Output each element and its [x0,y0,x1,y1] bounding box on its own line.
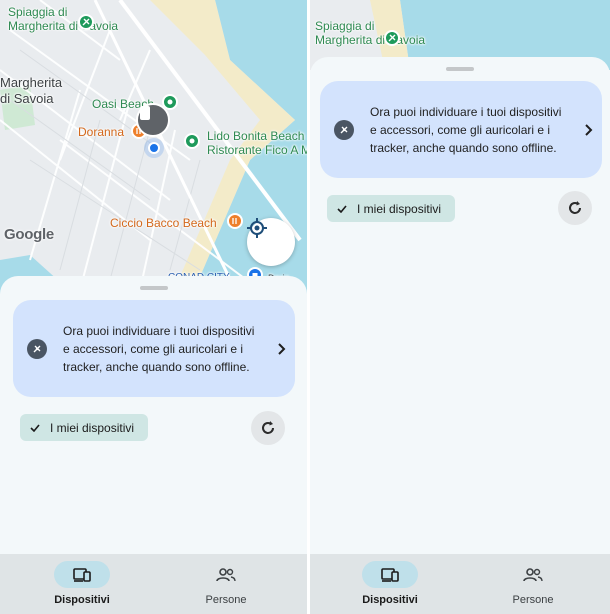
my-devices-filter-chip[interactable]: I miei dispositivi [20,414,149,441]
place-label-city-2: di Savoia [0,91,54,106]
my-devices-filter-chip[interactable]: I miei dispositivi [327,195,456,222]
screen-right: Spiaggia di Margherita di Savoia Ora puo… [310,0,610,614]
crosshair-icon [247,218,267,238]
nav-tab-people-label: Persone [512,594,554,606]
beach-pin-icon[interactable] [78,14,94,30]
offline-finding-text: Ora puoi individuare i tuoi dispositivi … [63,323,255,374]
people-icon [505,561,561,588]
tracker-tag-icon [27,338,47,359]
lido-pin-icon[interactable] [184,133,200,149]
nav-tab-people[interactable]: Persone [176,561,276,611]
refresh-button[interactable] [558,191,592,225]
place-label-spiaggia-2: Margherita di Savoia [8,19,119,33]
offline-finding-card[interactable]: Ora puoi individuare i tuoi dispositivi … [13,300,295,397]
devices-icon [54,561,110,588]
check-icon [337,204,347,213]
chip-label: I miei dispositivi [50,420,135,435]
offline-finding-text: Ora puoi individuare i tuoi dispositivi … [370,104,562,155]
nav-tab-people-label: Persone [205,594,247,606]
refresh-icon [262,421,274,434]
sheet-drag-handle[interactable] [446,67,474,71]
screen-left: Spiaggia di Margherita di Savoia Margher… [0,0,307,614]
place-label-doranna: Doranna [78,125,125,139]
place-label-city-1: Margherita [0,75,63,90]
people-icon [198,561,254,588]
refresh-icon [569,201,581,214]
chip-label: I miei dispositivi [357,201,442,216]
place-label-ciccio: Ciccio Bacco Beach [110,216,217,230]
nav-tab-devices[interactable]: Dispositivi [32,561,132,611]
refresh-button[interactable] [251,411,285,445]
bottom-navigation: Dispositivi Persone [310,554,610,614]
nav-tab-people[interactable]: Persone [483,561,583,611]
nav-tab-devices-label: Dispositivi [54,594,110,606]
chevron-right-icon[interactable] [574,123,602,136]
devices-icon [362,561,418,588]
place-label-spiaggia-2: Margherita di Savoia [315,33,426,47]
nav-tab-devices[interactable]: Dispositivi [340,561,440,611]
check-icon [30,423,40,432]
place-label-spiaggia-1: Spiaggia di [8,5,68,19]
bottom-sheet-expanded: Ora puoi individuare i tuoi dispositivi … [310,57,610,554]
chevron-right-icon[interactable] [267,342,295,355]
sheet-drag-handle[interactable] [139,286,168,290]
ciccio-restaurant-pin-icon[interactable] [227,213,243,229]
bottom-navigation: Dispositivi Persone [0,554,307,614]
tracker-tag-icon [334,119,354,140]
bottom-sheet: Ora puoi individuare i tuoi dispositivi … [0,276,307,554]
map-view[interactable]: Spiaggia di Margherita di Savoia Margher… [0,0,307,300]
my-location-dot [148,142,160,154]
device-location-marker[interactable] [136,103,170,137]
google-logo: Google [4,226,54,243]
place-label-lido-1: Lido Bonita Beach [207,129,305,143]
my-location-button[interactable] [247,218,295,266]
beach-pin-icon[interactable] [384,30,400,46]
offline-finding-card[interactable]: Ora puoi individuare i tuoi dispositivi … [320,81,602,178]
nav-tab-devices-label: Dispositivi [362,594,418,606]
place-label-spiaggia-1: Spiaggia di [315,19,375,33]
phone-icon [140,106,150,120]
place-label-lido-2: Ristorante Fico A M [207,143,307,157]
